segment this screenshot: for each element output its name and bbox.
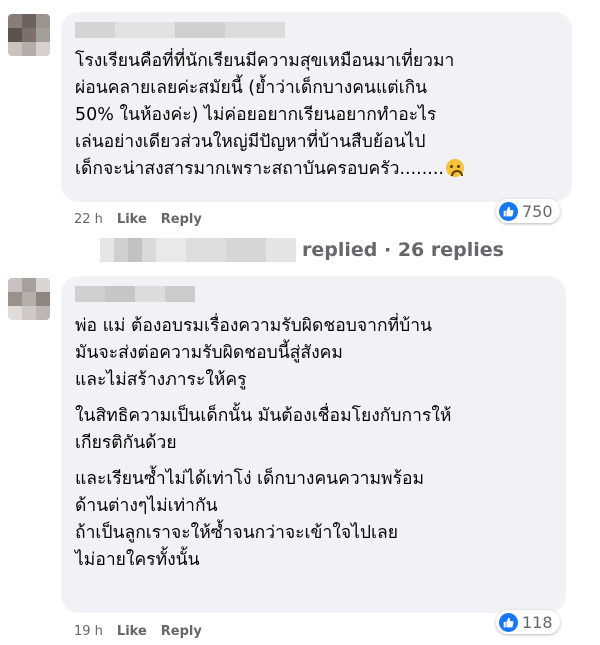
comment-actions: 22 h Like Reply [74, 212, 202, 227]
like-button[interactable]: Like [117, 624, 147, 639]
comment-line: ผ่อนคลายเลยค่ะสมัยนี้ (ย้ำว่าเด็กบางคนแต… [75, 78, 428, 98]
author-name[interactable] [75, 286, 195, 302]
view-replies-link[interactable]: replied · 26 replies [100, 238, 504, 262]
comment-actions: 19 h Like Reply [74, 624, 202, 639]
comment-line: และเรียนซ้ำไม่ได้เท่าโง่ เด็กบางคนความพร… [75, 469, 425, 489]
reaction-summary[interactable]: 118 [496, 610, 560, 634]
avatar[interactable] [8, 278, 50, 320]
comment-line: ไม่อายใครทั้งนั้น [75, 550, 200, 570]
comment-line: เล่นอย่างเดียวส่วนใหญ่มีปัญหาที่บ้านสืบย… [75, 132, 426, 152]
comment-line: โรงเรียนคือที่ที่นักเรียนมีความสุขเหมือน… [75, 51, 455, 71]
comment-line: ในสิทธิความเป็นเด็กนั้น มันต้องเชื่อมโยง… [75, 406, 452, 426]
comment-line: 50% ในห้องค่ะ) ไม่ค่อยอยากเรียนอยากทำอะไ… [75, 105, 437, 125]
like-reaction-icon [499, 612, 518, 632]
reply-button[interactable]: Reply [161, 212, 202, 227]
comment-line: และไม่สร้างภาระให้ครู [75, 370, 247, 390]
comment-bubble: พ่อ แม่ ต้องอบรมเรื่องความรับผิดชอบจากที… [61, 276, 566, 613]
timestamp[interactable]: 19 h [74, 624, 103, 639]
reply-button[interactable]: Reply [161, 624, 202, 639]
comment-text: โรงเรียนคือที่ที่นักเรียนมีความสุขเหมือน… [75, 48, 464, 183]
replier-avatars [100, 238, 296, 262]
like-reaction-icon [499, 201, 518, 221]
comment-line: เกียรติกันด้วย [75, 433, 177, 453]
replies-count[interactable]: replied · 26 replies [302, 239, 504, 261]
comment-text: พ่อ แม่ ต้องอบรมเรื่องความรับผิดชอบจากที… [75, 313, 451, 574]
reaction-summary[interactable]: 750 [496, 199, 560, 223]
comment-line: เด็กจะน่าสงสารมากเพราะสถาบันครอบครัว....… [75, 159, 444, 179]
avatar[interactable] [8, 14, 50, 56]
comment-line: ถ้าเป็นลูกเราจะให้ซ้ำจนกว่าจะเข้าใจไปเลย [75, 523, 398, 543]
comment-line: ด้านต่างๆไม่เท่ากัน [75, 496, 218, 516]
crying-face-icon [445, 159, 464, 177]
comment-bubble: โรงเรียนคือที่ที่นักเรียนมีความสุขเหมือน… [61, 12, 572, 202]
author-name[interactable] [75, 22, 285, 38]
reaction-count: 118 [522, 612, 553, 632]
like-button[interactable]: Like [117, 212, 147, 227]
comment-line: พ่อ แม่ ต้องอบรมเรื่องความรับผิดชอบจากที… [75, 316, 433, 336]
reaction-count: 750 [522, 201, 553, 221]
comment-line: มันจะส่งต่อความรับผิดชอบนี้สู่สังคม [75, 343, 343, 363]
timestamp[interactable]: 22 h [74, 212, 103, 227]
